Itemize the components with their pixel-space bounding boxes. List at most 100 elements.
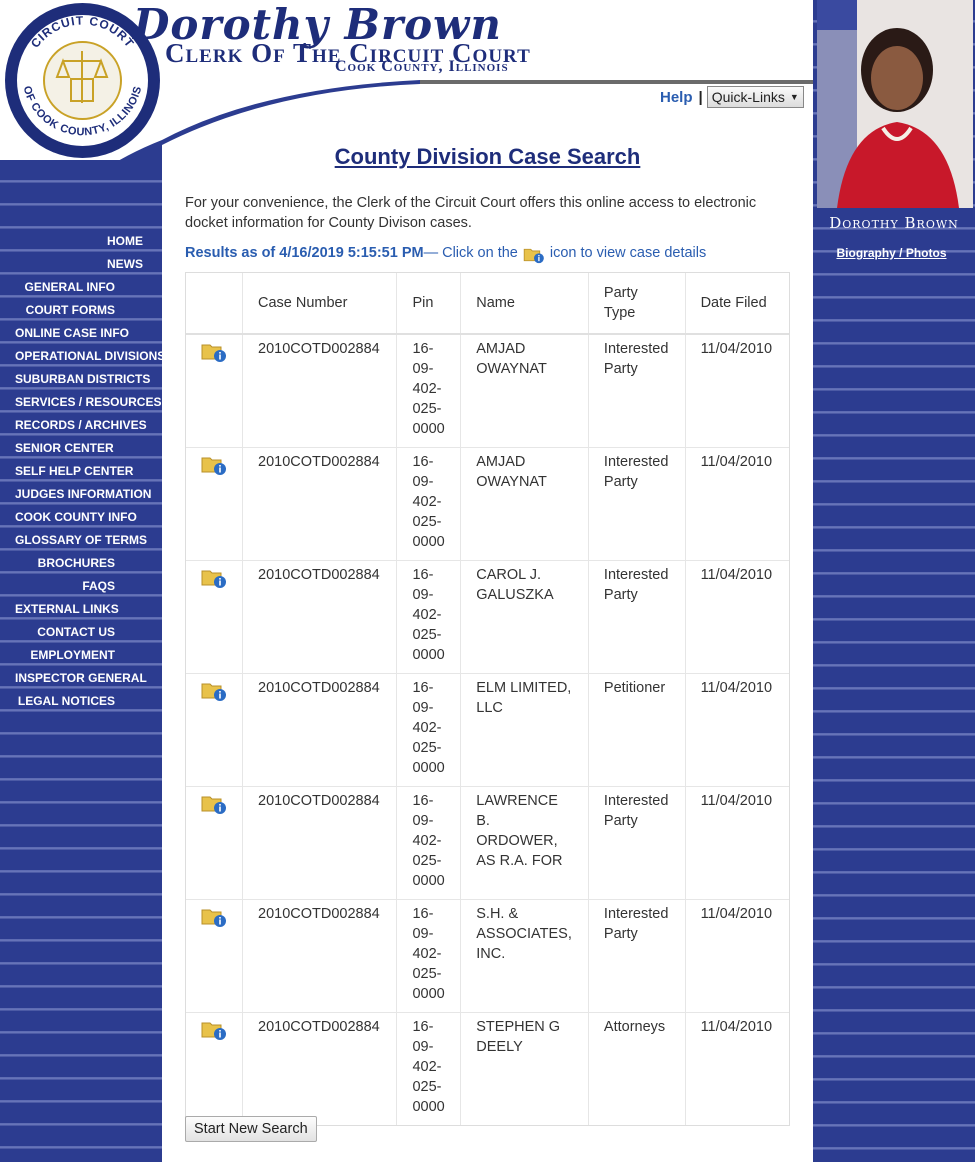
party-type-cell: Petitioner: [588, 673, 686, 787]
name-cell: AMJAD OWAYNAT: [460, 334, 589, 448]
help-link[interactable]: Help: [660, 89, 693, 106]
details-cell: [186, 786, 243, 900]
nav-item-self-help-center[interactable]: SELF HELP CENTER: [0, 462, 162, 485]
nav-item-legal-notices[interactable]: LEGAL NOTICES: [0, 692, 162, 715]
results-table-container: Case Number Pin Name Party Type Date Fil…: [185, 272, 790, 1126]
table-header-row: Case Number Pin Name Party Type Date Fil…: [186, 273, 789, 335]
nav-item-contact-us[interactable]: CONTACT US: [0, 623, 162, 646]
nav-item-judges-information[interactable]: JUDGES INFORMATION: [0, 485, 162, 508]
table-row: 2010COTD002884 16-09-402-025-0000 STEPHEN …: [186, 1012, 789, 1125]
nav-item-cook-county-info[interactable]: COOK COUNTY INFO: [0, 508, 162, 531]
table-row: 2010COTD002884 16-09-402-025-0000 ELM LIMI…: [186, 673, 789, 787]
intro-text: For your convenience, the Clerk of the C…: [185, 195, 757, 231]
case-details-folder-icon[interactable]: [201, 567, 227, 589]
pin-cell: 16-09-402-025-0000: [396, 1012, 462, 1125]
header-case-number: Case Number: [242, 273, 398, 335]
nav-item-general-info[interactable]: GENERAL INFO: [0, 278, 162, 301]
header-pin: Pin: [396, 273, 462, 335]
nav-item-home[interactable]: HOME: [0, 232, 162, 255]
details-cell: [186, 673, 243, 787]
case-number-cell: 2010COTD002884: [242, 899, 398, 1013]
name-cell: ELM LIMITED, LLC: [460, 673, 589, 787]
nav-item-services-resources[interactable]: SERVICES / RESOURCES: [0, 393, 162, 416]
name-cell: LAWRENCE B. ORDOWER, AS R.A. FOR: [460, 786, 589, 900]
name-cell: AMJAD OWAYNAT: [460, 447, 589, 561]
results-table: Case Number Pin Name Party Type Date Fil…: [186, 273, 789, 1125]
caret-down-icon: ▼: [789, 92, 799, 102]
nav-item-employment[interactable]: EMPLOYMENT: [0, 646, 162, 669]
case-details-folder-icon[interactable]: [201, 341, 227, 363]
nav-item-online-case-info[interactable]: ONLINE CASE INFO: [0, 324, 162, 347]
nav-item-brochures[interactable]: BROCHURES: [0, 554, 162, 577]
pin-cell: 16-09-402-025-0000: [396, 786, 462, 900]
county-subtitle: Cook County, Illinois: [335, 58, 509, 75]
header-date-filed: Date Filed: [685, 273, 789, 335]
case-details-folder-icon[interactable]: [201, 680, 227, 702]
case-details-folder-icon: [522, 246, 546, 264]
svg-text:CIRCUIT COURT: CIRCUIT COURT: [28, 13, 137, 50]
case-number-cell: 2010COTD002884: [242, 447, 398, 561]
nav-item-faqs[interactable]: FAQS: [0, 577, 162, 600]
details-cell: [186, 560, 243, 674]
table-row: 2010COTD002884 16-09-402-025-0000 S.H. & A…: [186, 899, 789, 1013]
table-row: 2010COTD002884 16-09-402-025-0000 AMJAD OW…: [186, 334, 789, 448]
date-filed-cell: 11/04/2010: [700, 1019, 773, 1035]
pin-cell: 16-09-402-025-0000: [396, 334, 462, 448]
details-cell: [186, 447, 243, 561]
results-table-body: 2010COTD002884 16-09-402-025-0000 AMJAD OW…: [186, 334, 789, 1125]
case-number-cell: 2010COTD002884: [242, 334, 398, 448]
pin-cell: 16-09-402-025-0000: [396, 560, 462, 674]
name-cell: STEPHEN G DEELY: [460, 1012, 589, 1125]
date-filed-cell: 11/04/2010: [685, 447, 789, 561]
nav-item-suburban-districts[interactable]: SUBURBAN DISTRICTS: [0, 370, 162, 393]
nav-item-senior-center[interactable]: SENIOR CENTER: [0, 439, 162, 462]
details-cell: [186, 334, 243, 448]
party-type-cell: Interested Party: [588, 447, 686, 561]
party-type-cell: Interested Party: [588, 560, 686, 674]
quick-links-label: Quick-Links: [711, 89, 785, 105]
results-instruction-start: — Click on the: [423, 245, 518, 261]
case-details-folder-icon[interactable]: [201, 906, 227, 928]
date-filed-cell: 11/04/2010: [685, 334, 789, 448]
header-party-type: Party Type: [588, 273, 686, 335]
results-instruction-end: icon to view case details: [549, 245, 707, 261]
table-row: 2010COTD002884 16-09-402-025-0000 AMJAD OW…: [186, 447, 789, 561]
quick-links-dropdown[interactable]: Quick-Links ▼: [706, 86, 804, 108]
table-row: 2010COTD002884 16-09-402-025-0000 LAWRENCE…: [186, 786, 789, 900]
details-cell: [186, 1012, 243, 1125]
date-filed-cell: 11/04/2010: [685, 560, 789, 674]
utility-separator: |: [698, 88, 703, 106]
page-title: County Division Case Search: [334, 144, 641, 169]
nav-item-court-forms[interactable]: COURT FORMS: [0, 301, 162, 324]
nav-item-external-links[interactable]: EXTERNAL LINKS: [0, 600, 162, 623]
header-name: Name: [460, 273, 589, 335]
utility-bar: Help | Quick-Links ▼: [660, 86, 804, 108]
main-content: County Division Case Search For your con…: [162, 120, 813, 1162]
date-filed-cell: 11/04/2010: [685, 899, 789, 1013]
case-number-cell: 2010COTD002884: [242, 673, 398, 787]
nav-item-news[interactable]: NEWS: [0, 255, 162, 278]
party-type-cell: Interested Party: [588, 786, 686, 900]
pin-cell: 16-09-402-025-0000: [396, 447, 462, 561]
nav-item-inspector-general[interactable]: INSPECTOR GENERAL: [0, 669, 162, 692]
name-cell: S.H. & ASSOCIATES, INC.: [460, 899, 589, 1013]
case-number-cell: 2010COTD002884: [242, 786, 398, 900]
case-number-cell: 2010COTD002884: [242, 560, 398, 674]
case-details-folder-icon[interactable]: [201, 793, 227, 815]
header-details: [186, 273, 243, 335]
nav-item-records-archives[interactable]: RECORDS / ARCHIVES: [0, 416, 162, 439]
nav-item-operational-divisions[interactable]: OPERATIONAL DIVISIONS: [0, 347, 165, 370]
nav-item-glossary-of-terms[interactable]: GLOSSARY OF TERMS: [0, 531, 162, 554]
case-details-folder-icon[interactable]: [201, 1019, 227, 1041]
start-new-search-button[interactable]: Start New Search: [185, 1116, 317, 1142]
biography-photos-link[interactable]: Biography / Photos: [813, 246, 970, 260]
party-type-cell: Interested Party: [588, 899, 686, 1013]
pin-cell: 16-09-402-025-0000: [396, 899, 462, 1013]
main-navigation: HOME NEWS GENERAL INFO COURT FORMS ONLINE CA…: [0, 232, 165, 715]
results-timestamp: Results as of 4/16/2019 5:15:51 PM: [185, 245, 424, 261]
date-filed-cell: 11/04/2010: [685, 786, 789, 900]
pin-cell: 16-09-402-025-0000: [396, 673, 462, 787]
results-summary: Results as of 4/16/2019 5:15:51 PM — Cli…: [185, 244, 707, 264]
case-details-folder-icon[interactable]: [201, 454, 227, 476]
details-cell: [186, 899, 243, 1013]
